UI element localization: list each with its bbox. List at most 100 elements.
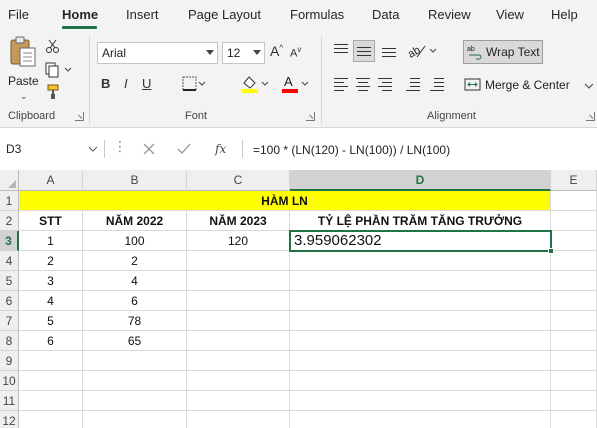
table-cell[interactable]: [83, 351, 187, 371]
table-cell[interactable]: [290, 291, 551, 311]
merge-center-label[interactable]: Merge & Center: [485, 78, 570, 92]
grow-font-button[interactable]: A^: [270, 43, 283, 59]
tab-page-layout[interactable]: Page Layout: [188, 7, 261, 22]
table-cell[interactable]: [551, 391, 597, 411]
table-cell[interactable]: [187, 271, 290, 291]
table-cell[interactable]: 5: [19, 311, 83, 331]
row-header-8[interactable]: 8: [0, 331, 19, 351]
table-cell[interactable]: [187, 411, 290, 428]
clipboard-launcher-icon[interactable]: [75, 112, 84, 121]
column-header-b[interactable]: B: [83, 170, 187, 191]
table-cell[interactable]: [187, 311, 290, 331]
table-cell[interactable]: 2: [19, 251, 83, 271]
table-cell[interactable]: [551, 331, 597, 351]
shrink-font-button[interactable]: Av: [290, 45, 301, 60]
tab-formulas[interactable]: Formulas: [290, 7, 344, 22]
header-cell-2022[interactable]: NĂM 2022: [83, 211, 187, 231]
table-cell[interactable]: 120: [187, 231, 290, 251]
active-cell-d3[interactable]: 3.959062302: [289, 230, 552, 252]
table-cell[interactable]: [290, 331, 551, 351]
row-header-1[interactable]: 1: [0, 191, 19, 211]
align-left-button[interactable]: [332, 76, 350, 94]
row-header-4[interactable]: 4: [0, 251, 19, 271]
table-cell[interactable]: [551, 371, 597, 391]
table-cell[interactable]: 2: [83, 251, 187, 271]
table-cell[interactable]: [83, 411, 187, 428]
tab-help[interactable]: Help: [551, 7, 578, 22]
table-cell[interactable]: 3: [19, 271, 83, 291]
underline-button[interactable]: U: [142, 76, 151, 91]
bold-button[interactable]: B: [101, 76, 110, 91]
table-cell[interactable]: 6: [83, 291, 187, 311]
table-cell[interactable]: [551, 311, 597, 331]
table-cell[interactable]: [290, 351, 551, 371]
row-header-7[interactable]: 7: [0, 311, 19, 331]
table-cell[interactable]: [551, 291, 597, 311]
cell-e2[interactable]: [551, 211, 597, 231]
tab-insert[interactable]: Insert: [126, 7, 159, 22]
tab-file[interactable]: File: [8, 7, 29, 22]
insert-function-button[interactable]: fx: [215, 142, 226, 156]
table-cell[interactable]: [187, 291, 290, 311]
row-header-6[interactable]: 6: [0, 291, 19, 311]
increase-indent-button[interactable]: [428, 76, 446, 94]
merge-center-icon[interactable]: [464, 77, 482, 93]
name-box[interactable]: D3: [0, 137, 100, 161]
table-cell[interactable]: [187, 331, 290, 351]
alignment-launcher-icon[interactable]: [586, 112, 595, 121]
table-cell[interactable]: [551, 251, 597, 271]
fill-color-icon[interactable]: [240, 74, 270, 94]
fill-handle[interactable]: [548, 248, 554, 254]
table-cell[interactable]: [290, 271, 551, 291]
column-header-d[interactable]: D: [290, 170, 551, 191]
cancel-icon[interactable]: [142, 142, 156, 156]
table-cell[interactable]: [551, 271, 597, 291]
decrease-indent-button[interactable]: [404, 76, 422, 94]
align-right-button[interactable]: [376, 76, 394, 94]
header-cell-2023[interactable]: NĂM 2023: [187, 211, 290, 231]
row-header-2[interactable]: 2: [0, 211, 19, 231]
table-cell[interactable]: [187, 371, 290, 391]
table-cell[interactable]: [19, 351, 83, 371]
font-color-icon[interactable]: A: [280, 74, 310, 94]
table-cell[interactable]: 6: [19, 331, 83, 351]
table-cell[interactable]: [290, 391, 551, 411]
align-middle-button[interactable]: [353, 40, 375, 62]
row-header-3[interactable]: 3: [0, 231, 19, 251]
row-header-10[interactable]: 10: [0, 371, 19, 391]
chevron-down-icon[interactable]: [584, 82, 594, 90]
table-cell[interactable]: [290, 311, 551, 331]
table-cell[interactable]: 1: [19, 231, 83, 251]
table-cell[interactable]: [19, 371, 83, 391]
table-cell[interactable]: 4: [19, 291, 83, 311]
table-cell[interactable]: [83, 391, 187, 411]
formula-input[interactable]: =100 * (LN(120) - LN(100)) / LN(100): [253, 143, 450, 157]
table-cell[interactable]: [19, 411, 83, 428]
chevron-down-icon[interactable]: [88, 145, 98, 153]
title-cell[interactable]: HÀM LN: [19, 191, 551, 211]
table-cell[interactable]: [290, 251, 551, 271]
tab-review[interactable]: Review: [428, 7, 471, 22]
enter-icon[interactable]: [177, 142, 191, 156]
align-center-button[interactable]: [354, 76, 372, 94]
align-bottom-button[interactable]: [380, 42, 398, 58]
table-cell[interactable]: [551, 351, 597, 371]
table-cell[interactable]: 4: [83, 271, 187, 291]
select-all-button[interactable]: [0, 170, 19, 191]
table-cell[interactable]: 78: [83, 311, 187, 331]
table-cell[interactable]: [290, 411, 551, 428]
table-cell[interactable]: 65: [83, 331, 187, 351]
row-header-5[interactable]: 5: [0, 271, 19, 291]
format-painter-icon[interactable]: [45, 84, 61, 100]
column-header-e[interactable]: E: [551, 170, 597, 191]
table-cell[interactable]: [19, 391, 83, 411]
header-cell-growth[interactable]: TỶ LỆ PHẦN TRĂM TĂNG TRƯỞNG: [290, 211, 551, 231]
copy-icon[interactable]: [45, 62, 73, 78]
row-header-11[interactable]: 11: [0, 391, 19, 411]
cut-icon[interactable]: [45, 38, 61, 54]
more-options-icon[interactable]: ⋮: [113, 139, 127, 153]
column-header-c[interactable]: C: [187, 170, 290, 191]
tab-home[interactable]: Home: [62, 7, 98, 22]
tab-data[interactable]: Data: [372, 7, 399, 22]
align-top-button[interactable]: [332, 42, 350, 58]
